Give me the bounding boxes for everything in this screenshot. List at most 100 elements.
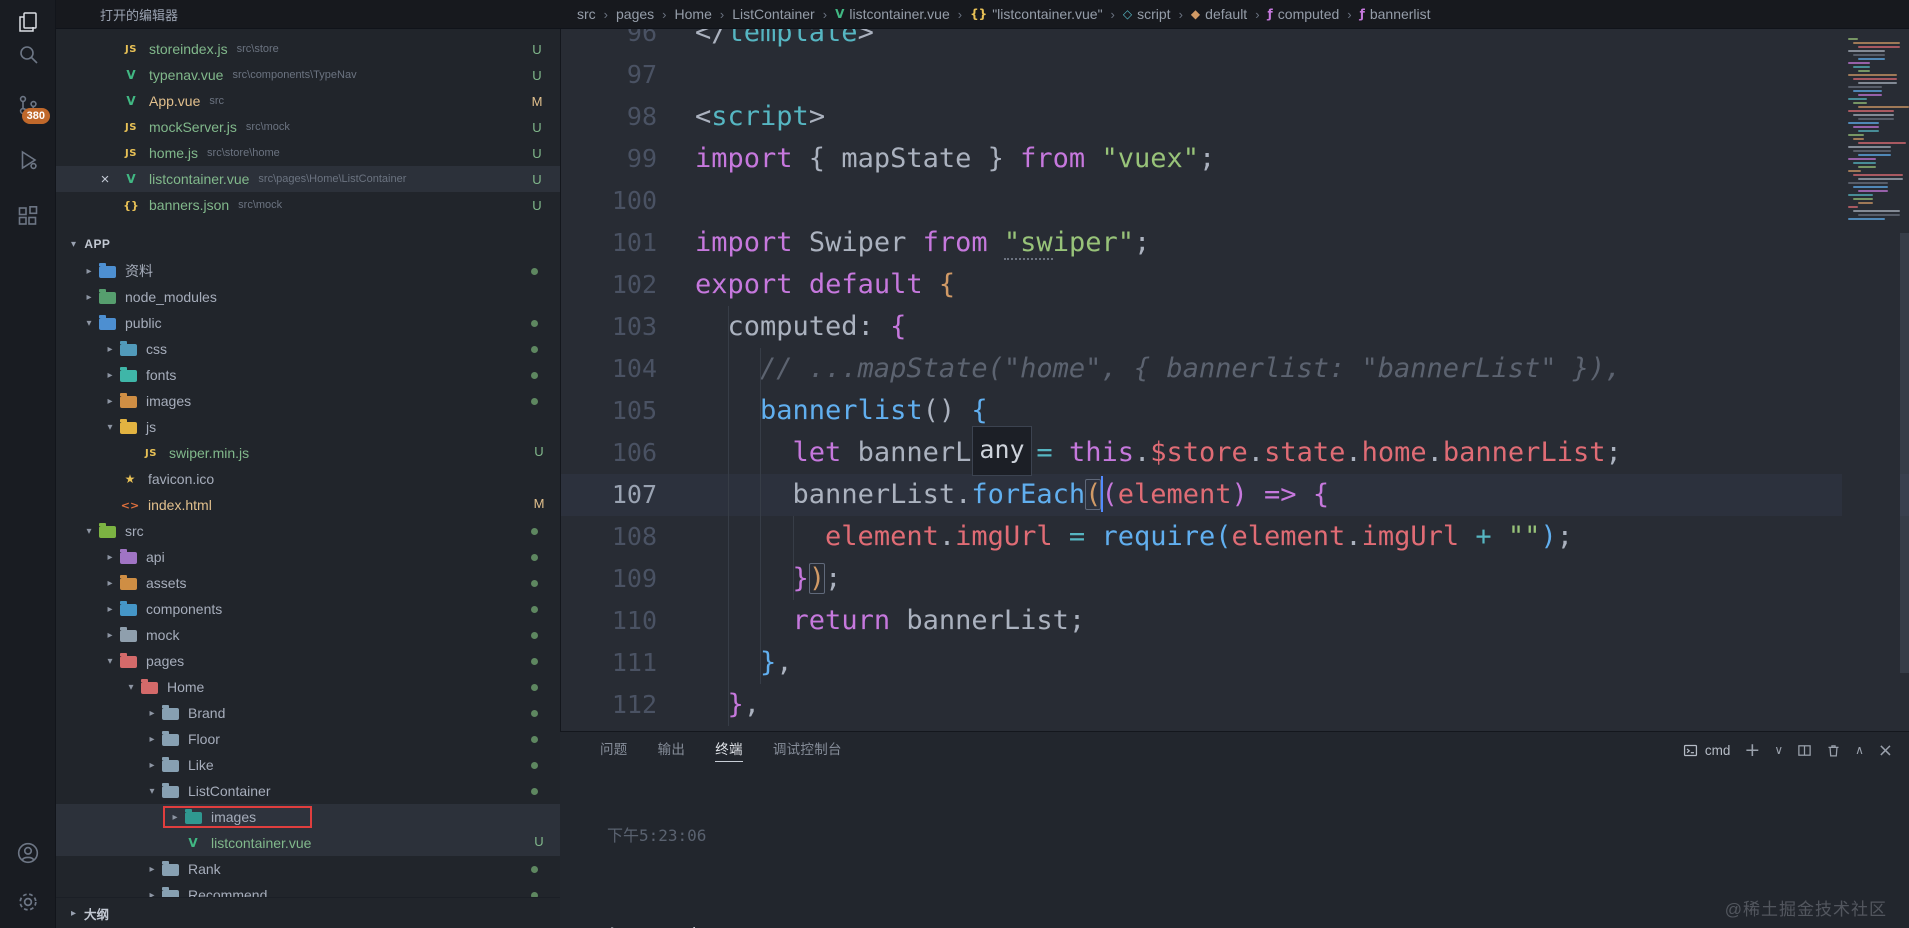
account-icon[interactable] [0,831,55,875]
chevron-down-icon[interactable]: ▾ [81,526,97,537]
chevron-right-icon[interactable]: ▸ [102,604,118,615]
code-line-111[interactable]: 111 }, [561,642,1909,684]
tree-item-item[interactable]: ▸ 资料 [55,258,560,284]
line-number[interactable]: 100 [561,180,695,222]
line-number[interactable]: 97 [561,54,695,96]
tree-item-index-html[interactable]: <> index.html M [55,492,560,518]
settings-gear-icon[interactable] [0,880,55,924]
tree-item-floor[interactable]: ▸ Floor [55,726,560,752]
tree-item-images[interactable]: ▸ images [55,388,560,414]
tree-item-components[interactable]: ▸ components [55,596,560,622]
line-number[interactable]: 101 [561,222,695,264]
tree-item-brand[interactable]: ▸ Brand [55,700,560,726]
minimap[interactable] [1842,28,1909,731]
line-number[interactable]: 111 [561,642,695,684]
open-editor-home-js[interactable]: JS home.js src\store\home U [55,140,560,166]
breadcrumb-item-default[interactable]: ◆ default [1191,6,1247,22]
chevron-down-icon[interactable]: ▾ [102,656,118,667]
tree-item-swiper-min-js[interactable]: JS swiper.min.js U [55,440,560,466]
source-control-icon[interactable]: 380 [0,83,55,127]
split-terminal-icon[interactable] [1797,743,1812,758]
tree-item-node-modules[interactable]: ▸ node_modules [55,284,560,310]
terminal-output[interactable]: 下午5:23:06 App running at:- Local: http:/… [607,786,1889,928]
line-number[interactable]: 110 [561,600,695,642]
chevron-right-icon[interactable]: ▸ [102,370,118,381]
panel-tab-item[interactable]: 输出 [658,732,686,768]
run-debug-icon[interactable] [0,138,55,182]
chevron-right-icon[interactable]: ▸ [102,630,118,641]
extensions-icon[interactable] [0,194,55,238]
tree-item-public[interactable]: ▾ public [55,310,560,336]
open-editor-storeindex-js[interactable]: JS storeindex.js src\store U [55,36,560,62]
breadcrumb-item-listcontainer-vue[interactable]: {} "listcontainer.vue" [970,6,1102,22]
line-number[interactable]: 105 [561,390,695,432]
chevron-right-icon[interactable]: ▸ [102,396,118,407]
chevron-right-icon[interactable]: ▸ [102,552,118,563]
chevron-right-icon[interactable]: ▸ [144,708,160,719]
tree-item-favicon-ico[interactable]: ★ favicon.ico [55,466,560,492]
tree-item-js[interactable]: ▾ js [55,414,560,440]
code-line-96[interactable]: 96 </template> [561,28,1909,54]
chevron-down-icon[interactable]: ▾ [144,786,160,797]
chevron-down-icon[interactable]: ▾ [102,422,118,433]
panel-tab-item[interactable]: 问题 [600,732,628,768]
breadcrumb-item-src[interactable]: src [577,6,596,22]
tree-item-mock[interactable]: ▸ mock [55,622,560,648]
breadcrumb-item-listcontainer[interactable]: ListContainer [732,6,815,22]
tree-item-images[interactable]: ▸ images [55,804,560,830]
chevron-right-icon[interactable]: ▸ [102,344,118,355]
breadcrumb-item-listcontainer-vue[interactable]: Vlistcontainer.vue [835,6,950,22]
new-terminal-icon[interactable]: + [1744,740,1760,760]
line-number[interactable]: 103 [561,306,695,348]
code-line-98[interactable]: 98 <script> [561,96,1909,138]
code-line-109[interactable]: 109 }); [561,558,1909,600]
code-line-97[interactable]: 97 [561,54,1909,96]
tree-item-src[interactable]: ▾ src [55,518,560,544]
code-line-110[interactable]: 110 return bannerList; [561,600,1909,642]
open-editor-banners-json[interactable]: {} banners.json src\mock U [55,192,560,218]
tree-item-listcontainer[interactable]: ▾ ListContainer [55,778,560,804]
kill-terminal-icon[interactable] [1826,743,1841,758]
chevron-down-icon[interactable]: ▾ [81,318,97,329]
tree-item-pages[interactable]: ▾ pages [55,648,560,674]
tree-item-home[interactable]: ▾ Home [55,674,560,700]
code-line-101[interactable]: 101 import Swiper from "swiper"; [561,222,1909,264]
maximize-panel-icon[interactable]: ∧ [1855,743,1864,757]
chevron-right-icon[interactable]: ▸ [144,760,160,771]
chevron-right-icon[interactable]: ▸ [144,734,160,745]
open-editor-mockserver-js[interactable]: JS mockServer.js src\mock U [55,114,560,140]
code-line-102[interactable]: 102 export default { [561,264,1909,306]
close-icon[interactable]: × [95,171,115,188]
code-line-100[interactable]: 100 [561,180,1909,222]
breadcrumb-item-home[interactable]: Home [675,6,712,22]
code-line-112[interactable]: 112 }, [561,684,1909,726]
code-editor[interactable]: 96 </template> 97 98 <script> 99 import { mapS… [560,28,1909,731]
code-line-104[interactable]: 104 // ...mapState("home", { bannerlist:… [561,348,1909,390]
code-line-106[interactable]: 106 let bannerList = this.$store.state.h… [561,426,1909,476]
panel-tab-item[interactable]: 调试控制台 [773,732,842,768]
open-editors-header[interactable]: 打开的编辑器 [55,5,560,24]
panel-tab-item[interactable]: 终端 [715,732,743,768]
launch-profile-chevron-icon[interactable]: ∨ [1774,743,1783,757]
terminal-profile-button[interactable]: cmd [1683,743,1730,758]
chevron-right-icon[interactable]: ▸ [102,578,118,589]
open-editor-typenav-vue[interactable]: Vtypenav.vue src\components\TypeNav U [55,62,560,88]
line-number[interactable]: 96 [561,28,695,54]
chevron-right-icon[interactable]: ▸ [167,812,183,823]
code-line-107[interactable]: 107 bannerList.forEach((element) => { [561,474,1909,516]
chevron-right-icon[interactable]: ▸ [81,292,97,303]
search-icon[interactable] [0,32,55,76]
tree-item-assets[interactable]: ▸ assets [55,570,560,596]
close-panel-icon[interactable]: × [1878,740,1893,761]
chevron-down-icon[interactable]: ▾ [123,682,139,693]
breadcrumb-item-bannerlist[interactable]: ƒ bannerlist [1360,6,1431,22]
line-number[interactable]: 98 [561,96,695,138]
code-line-103[interactable]: 103 computed: { [561,306,1909,348]
line-number[interactable]: 99 [561,138,695,180]
breadcrumb-item-pages[interactable]: pages [616,6,654,22]
breadcrumb-item-script[interactable]: ◇ script [1123,6,1171,22]
explorer-section-header[interactable]: ▾ APP [55,232,560,256]
tree-item-like[interactable]: ▸ Like [55,752,560,778]
line-number[interactable]: 102 [561,264,695,306]
open-editor-listcontainer-vue[interactable]: × Vlistcontainer.vue src\pages\Home\ListCo… [55,166,560,192]
